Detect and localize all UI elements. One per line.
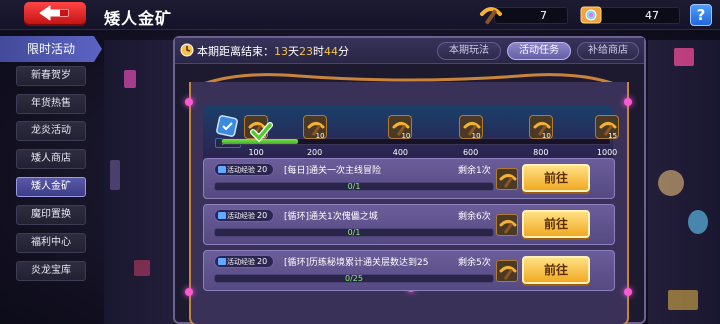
reward-count: 10 [315,132,325,140]
pickaxe-icon [499,174,517,188]
task-reward [496,168,518,190]
task-progress-text: 0/1 [347,228,361,237]
pickaxe-icon [480,7,502,25]
back-button[interactable] [24,2,86,24]
timer-days-unit: 天 [288,45,299,58]
timer-days: 13 [274,45,288,58]
exp-icon [218,166,226,173]
task-remaining: 剩余6次 [458,212,491,222]
tab-this-period-gameplay[interactable]: 本期玩法 [437,42,501,60]
checkmark-icon [250,122,274,143]
milestone-tick-label: 100 [248,148,264,157]
xp-value: 20 [257,165,268,174]
timer-minutes: 44 [324,45,338,58]
task-row: 活动经验 20 [循环]通关1次傀儡之城 剩余6次 0/1 前往 [203,204,615,245]
milestone-tick-label: 400 [392,148,409,157]
task-row: 活动经验 20 [每日]通关一次主线冒险 剩余1次 0/1 前往 [203,158,615,199]
exp-icon [218,212,226,219]
milestone-reward[interactable]: 10 [244,115,274,143]
milestone-tick-label: 200 [306,148,323,157]
tab-supply-shop[interactable]: 补给商店 [577,42,639,60]
gem-box-icon [580,6,602,24]
top-bar: 矮人金矿 7 47 ? [0,0,720,30]
timer-label: 本期距离结束： [197,45,274,58]
milestone-tick-label: 1000 [596,148,618,157]
tab-activity-tasks[interactable]: 活动任务 [507,42,571,60]
activity-exp-badge-icon [216,115,238,137]
gem-count: 47 [645,9,659,22]
timer-hours: 23 [299,45,313,58]
sidebar-item-welfare-center[interactable]: 福利中心 [16,233,86,253]
go-button[interactable]: 前往 [522,164,590,192]
sidebar-item-dragon-vault[interactable]: 炎龙宝库 [16,261,86,281]
game-screen: 矮人金矿 7 47 ? 限时活动 新春贺岁 年货热售 龙炎活动 矮人商店 矮人金… [0,0,720,324]
xp-tag: 活动经验 20 [214,209,274,222]
clock-icon [180,43,194,57]
reward-count: 10 [541,132,551,140]
task-progress-text: 0/25 [345,274,363,283]
xp-tag: 活动经验 20 [214,255,274,268]
xp-label: 活动经验 [227,212,255,220]
background-scenery-right [648,40,720,324]
sidebar-header: 限时活动 [0,36,102,62]
back-arrow-icon [39,5,69,21]
task-progress-bar: 0/25 [214,274,494,283]
milestone-reward[interactable]: 10 [388,115,413,140]
xp-tag: 活动经验 20 [214,163,274,176]
task-name: [每日]通关一次主线冒险 [284,166,382,176]
go-button[interactable]: 前往 [522,256,590,284]
pickaxe-counter: 7 [494,7,568,24]
milestone-tick-label: 800 [533,148,549,157]
reward-progress-bar [221,138,611,145]
task-remaining: 剩余5次 [458,258,491,268]
activity-panel: 本期距离结束：13天23时44分 本期玩法 活动任务 补给商店 170 1002… [173,36,646,324]
task-reward [496,260,518,282]
page-title: 矮人金矿 [104,9,173,28]
timer-hours-unit: 时 [313,45,324,58]
milestone-reward[interactable]: 10 [302,115,327,140]
timer-minutes-unit: 分 [338,45,349,58]
gem-counter: 47 [594,7,680,24]
xp-value: 20 [257,211,268,220]
milestone-tick-label: 600 [462,148,479,157]
xp-label: 活动经验 [227,258,255,266]
task-row: 活动经验 20 [循环]历练秘境累计通关层数达到25 剩余5次 0/25 前往 [203,250,615,291]
milestone-reward[interactable]: 10 [528,115,553,140]
sidebar-item-dwarf-shop[interactable]: 矮人商店 [16,149,86,169]
milestone-reward[interactable]: 10 [458,115,483,140]
task-remaining: 剩余1次 [458,166,491,176]
task-progress-bar: 0/1 [214,228,494,237]
reward-count: 10 [471,132,481,140]
reward-count: 15 [608,132,618,140]
sidebar-item-dwarf-gold-mine[interactable]: 矮人金矿 [16,177,86,197]
pickaxe-count: 7 [540,9,547,22]
lamp-post [624,288,632,296]
exp-icon [218,258,226,265]
help-button[interactable]: ? [690,4,712,26]
lamp-post [185,98,193,106]
reward-count: 10 [401,132,411,140]
sidebar: 限时活动 新春贺岁 年货热售 龙炎活动 矮人商店 矮人金矿 魔印置换 福利中心 … [0,34,102,324]
task-reward [496,214,518,236]
lamp-post [185,288,193,296]
sidebar-item-new-year-goods[interactable]: 年货热售 [16,94,86,114]
milestone-reward[interactable]: 15 [595,115,620,140]
task-name: [循环]通关1次傀儡之城 [284,212,378,222]
background-scenery-left [104,40,174,324]
xp-label: 活动经验 [227,166,255,174]
countdown-timer: 本期距离结束：13天23时44分 [197,43,349,59]
sidebar-item-dragon-flame[interactable]: 龙炎活动 [16,121,86,141]
task-progress-text: 0/1 [347,182,361,191]
go-button[interactable]: 前往 [522,210,590,238]
pickaxe-icon [499,266,517,280]
panel-header: 本期距离结束：13天23时44分 本期玩法 活动任务 补给商店 [175,38,644,64]
sidebar-item-rune-exchange[interactable]: 魔印置换 [16,205,86,225]
task-name: [循环]历练秘境累计通关层数达到25 [284,258,429,268]
pickaxe-icon [499,220,517,234]
xp-value: 20 [257,257,268,266]
lamp-post [624,98,632,106]
sidebar-item-spring-festival[interactable]: 新春贺岁 [16,66,86,86]
task-progress-bar: 0/1 [214,182,494,191]
